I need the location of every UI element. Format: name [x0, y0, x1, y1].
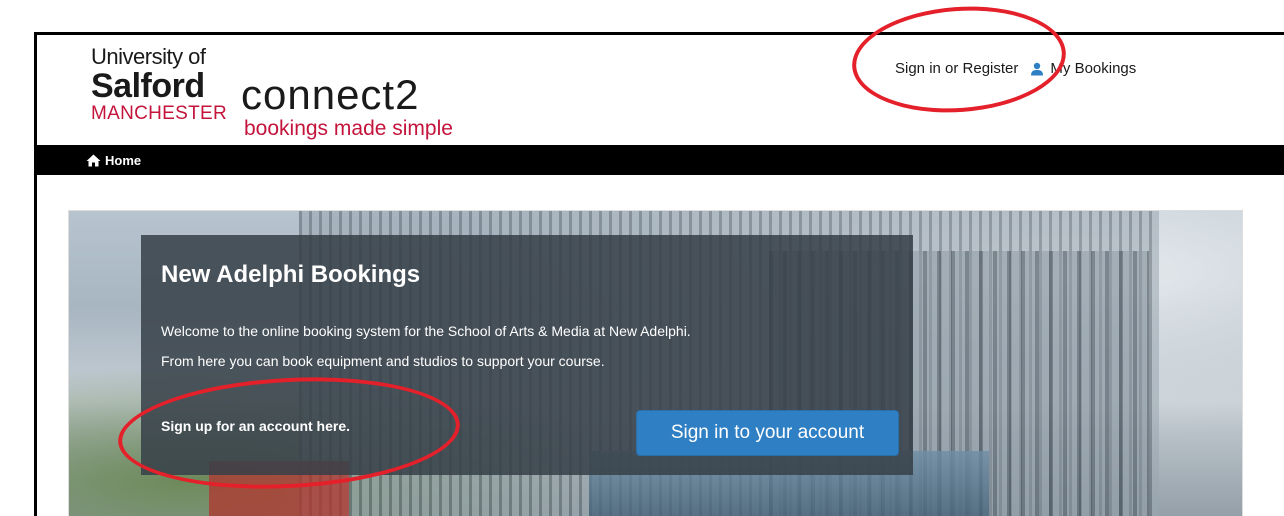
signup-link[interactable]: Sign up for an account here.: [161, 418, 350, 434]
signin-register-link[interactable]: Sign in or Register: [895, 60, 1018, 77]
nav-home-link[interactable]: Home: [105, 153, 141, 168]
home-icon[interactable]: [86, 154, 101, 167]
welcome-subtext: From here you can book equipment and stu…: [161, 353, 605, 369]
logo-line-salford: Salford: [91, 67, 205, 105]
logo-line-university: University of: [91, 44, 206, 69]
site-header: University of Salford MANCHESTER connect…: [37, 35, 1284, 145]
connect2-logo[interactable]: connect2 bookings made simple: [241, 73, 453, 141]
user-icon: [1030, 62, 1044, 76]
logo-brand: connect2: [241, 71, 420, 118]
page-title: New Adelphi Bookings: [161, 261, 421, 288]
browser-frame: University of Salford MANCHESTER connect…: [34, 32, 1284, 516]
nav-bar: Home: [37, 145, 1284, 175]
logo-line-manchester: MANCHESTER: [91, 103, 228, 124]
welcome-text: Welcome to the online booking system for…: [161, 323, 691, 339]
welcome-panel: New Adelphi Bookings Welcome to the onli…: [141, 235, 913, 475]
hero-banner: New Adelphi Bookings Welcome to the onli…: [68, 210, 1243, 516]
my-bookings-link[interactable]: My Bookings: [1050, 60, 1136, 77]
signin-button[interactable]: Sign in to your account: [636, 410, 899, 456]
university-logo[interactable]: University of Salford MANCHESTER: [91, 45, 227, 125]
account-links: Sign in or Register My Bookings: [895, 60, 1136, 77]
logo-tagline: bookings made simple: [244, 117, 453, 140]
